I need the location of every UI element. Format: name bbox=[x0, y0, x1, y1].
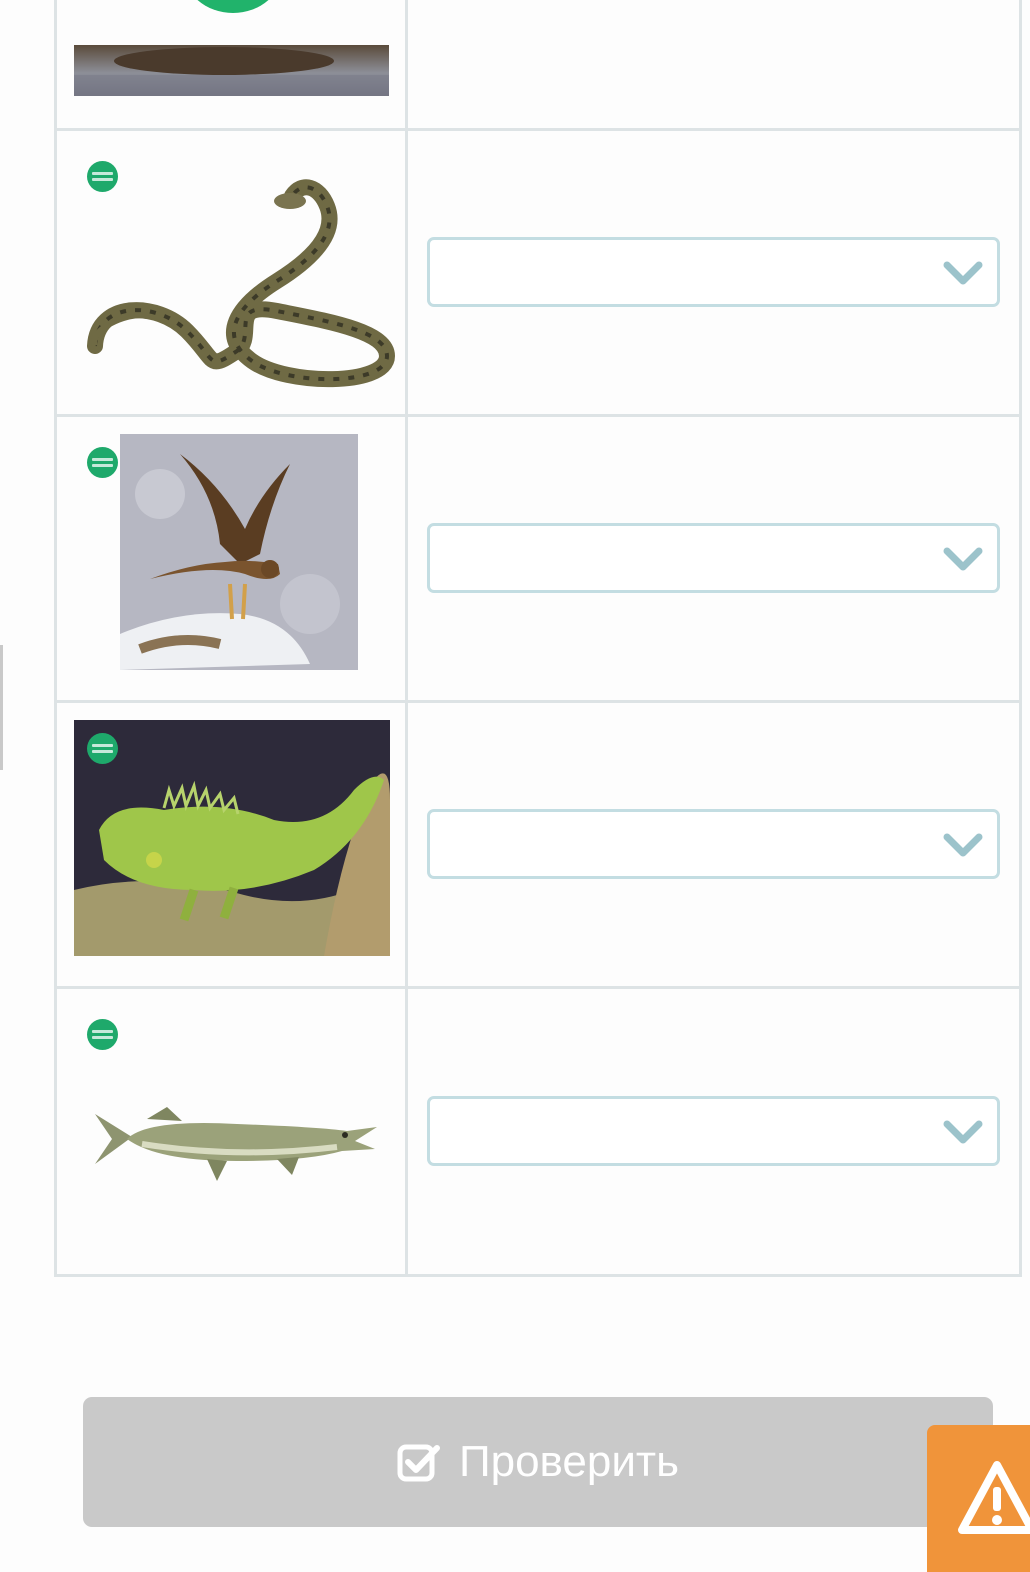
table-row bbox=[54, 703, 1022, 989]
chevron-down-icon bbox=[943, 833, 983, 856]
check-button-label: Проверить bbox=[458, 1437, 680, 1486]
select-cell bbox=[408, 417, 1019, 700]
page: Проверить bbox=[0, 0, 1030, 1572]
eagle-icon bbox=[120, 434, 358, 670]
table-row bbox=[54, 417, 1022, 703]
select-cell bbox=[408, 989, 1019, 1274]
report-problem-button[interactable] bbox=[927, 1425, 1030, 1572]
table-row bbox=[54, 0, 1022, 131]
answer-dropdown[interactable] bbox=[427, 1095, 1000, 1166]
select-cell bbox=[408, 703, 1019, 986]
answer-dropdown[interactable] bbox=[427, 808, 1000, 879]
table-row bbox=[54, 131, 1022, 417]
warning-icon bbox=[958, 1461, 1030, 1534]
left-edge-marker bbox=[0, 645, 3, 770]
snake-icon bbox=[87, 161, 397, 391]
answer-dropdown[interactable] bbox=[427, 236, 1000, 307]
logo-badge bbox=[87, 447, 118, 478]
select-cell bbox=[408, 0, 1019, 128]
image-cell bbox=[57, 131, 408, 414]
check-button[interactable]: Проверить bbox=[83, 1397, 993, 1527]
logo-badge bbox=[87, 733, 118, 764]
chevron-down-icon bbox=[943, 547, 983, 570]
iguana-icon bbox=[74, 720, 390, 956]
select-cell bbox=[408, 131, 1019, 414]
image-cell bbox=[57, 0, 408, 128]
cow-icon bbox=[74, 45, 389, 96]
pike-fish-icon bbox=[87, 1089, 387, 1199]
logo-badge bbox=[87, 1019, 118, 1050]
chevron-down-icon bbox=[943, 261, 983, 284]
answer-dropdown[interactable] bbox=[427, 522, 1000, 593]
table-row bbox=[54, 989, 1022, 1277]
image-cell bbox=[57, 703, 408, 986]
check-square-icon bbox=[397, 1444, 440, 1482]
chevron-down-icon bbox=[943, 1120, 983, 1143]
image-cell bbox=[57, 417, 408, 700]
image-cell bbox=[57, 989, 408, 1274]
